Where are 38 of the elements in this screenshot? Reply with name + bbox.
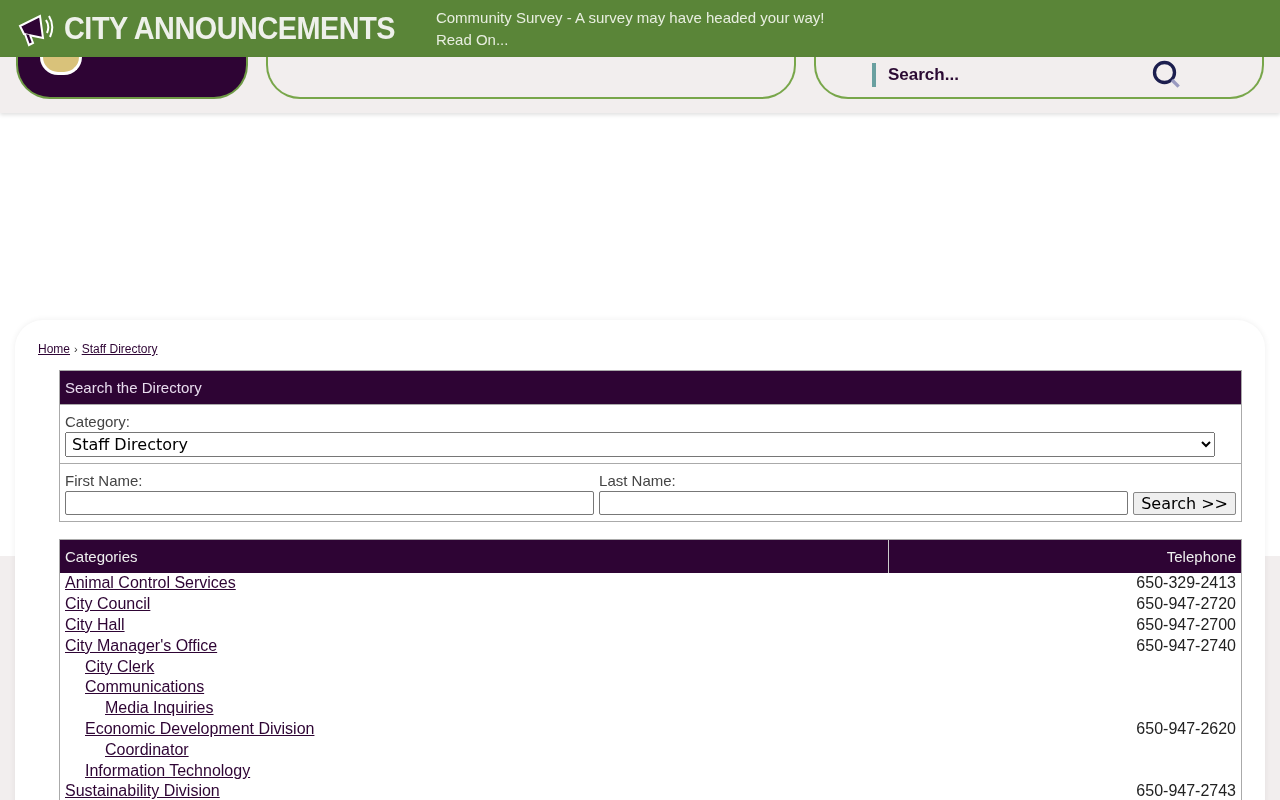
announcement-headline[interactable]: Community Survey - A survey may have headed your way!: [435, 6, 825, 29]
category-link[interactable]: Coordinator: [105, 740, 189, 759]
search-icon[interactable]: [1152, 60, 1182, 90]
category-link[interactable]: City Manager's Office: [65, 636, 218, 655]
first-name-label: First Name:: [65, 472, 144, 489]
category-label: Category:: [65, 413, 132, 430]
category-link[interactable]: Information Technology: [85, 761, 251, 780]
first-name-field[interactable]: [65, 491, 595, 515]
phone-number: 650-947-2743: [1136, 782, 1236, 800]
phone-number: 650-329-2413: [1136, 574, 1236, 593]
category-link[interactable]: City Clerk: [85, 657, 155, 676]
last-name-field[interactable]: [599, 491, 1129, 515]
category-select[interactable]: Staff Directory: [65, 432, 1215, 457]
category-link[interactable]: Animal Control Services: [65, 574, 236, 593]
read-on-link[interactable]: Read On...: [435, 28, 825, 51]
phone-number: 650-947-2700: [1136, 616, 1236, 634]
category-link[interactable]: City Council: [65, 595, 151, 614]
last-name-label: Last Name:: [599, 472, 677, 489]
search-button[interactable]: Search >>: [1133, 492, 1236, 515]
seal-icon: [40, 57, 82, 75]
category-link[interactable]: Sustainability Division: [65, 782, 220, 800]
breadcrumb-separator: ›: [74, 343, 78, 355]
column-header: Categories: [64, 547, 139, 567]
city-logo[interactable]: [16, 57, 248, 99]
category-link[interactable]: Communications: [85, 678, 205, 697]
category-link[interactable]: City Hall: [65, 616, 125, 634]
site-search-field[interactable]: Search...: [814, 57, 1264, 99]
phone-number: 650-947-2720: [1136, 595, 1236, 614]
phone-number: 650-947-2740: [1136, 636, 1236, 655]
phone-number: 650-947-2620: [1136, 719, 1236, 738]
panel-title: Search the Directory: [60, 371, 1241, 404]
category-link[interactable]: Media Inquiries: [105, 699, 214, 718]
column-header: Telephone: [888, 540, 1241, 573]
announcements-title: CITY ANNOUNCEMENTS: [64, 10, 396, 47]
breadcrumb-link[interactable]: Staff Directory: [81, 342, 158, 356]
breadcrumb-link[interactable]: Home: [38, 342, 70, 356]
search-input[interactable]: Search...: [872, 63, 1140, 87]
category-link[interactable]: Economic Development Division: [85, 719, 315, 738]
